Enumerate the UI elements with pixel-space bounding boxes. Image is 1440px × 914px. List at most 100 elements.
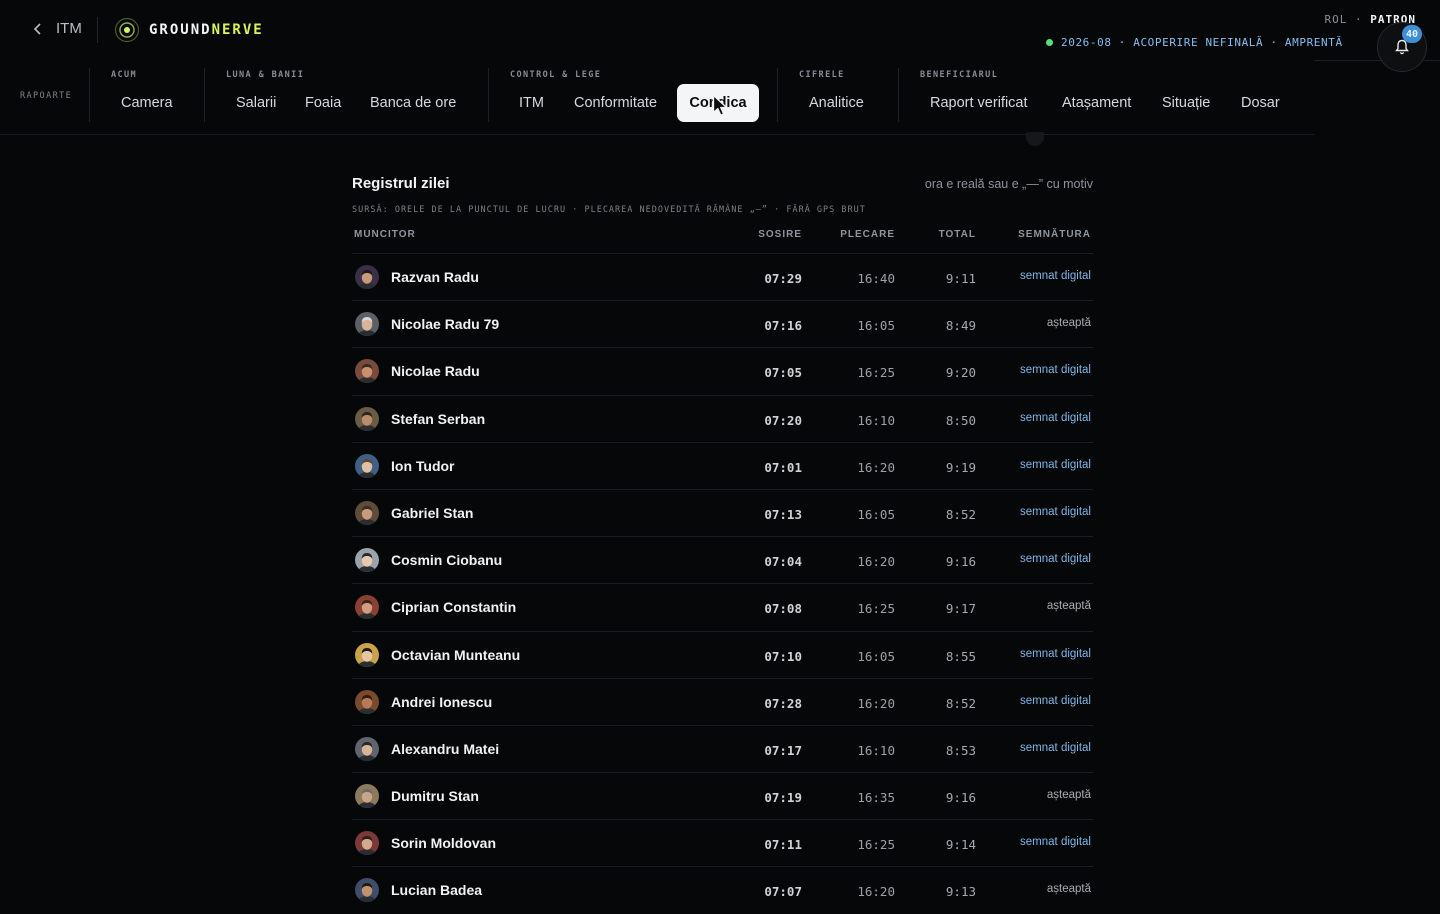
- nav-item-itm[interactable]: ITM: [519, 95, 544, 111]
- arrival-time: 07:17: [764, 742, 802, 758]
- departure-time: 16:10: [857, 412, 895, 428]
- signature-status[interactable]: semnat digital: [1020, 742, 1091, 754]
- table-row[interactable]: Razvan Radu 07:29 16:40 9:11 semnat digital: [352, 253, 1093, 300]
- avatar-photo: [355, 689, 379, 714]
- arrival-time: 07:28: [764, 695, 802, 711]
- signature-status[interactable]: semnat digital: [1020, 695, 1091, 707]
- arrival-time: 07:29: [764, 271, 802, 286]
- table-row[interactable]: Cosmin Ciobanu 07:04 16:20 9:16 semnat digit…: [352, 536, 1093, 583]
- signature-status[interactable]: semnat digital: [1020, 412, 1091, 424]
- worker-name: Sorin Moldovan: [391, 835, 496, 852]
- avatar: [355, 831, 379, 856]
- avatar: [355, 689, 379, 714]
- signature-status[interactable]: semnat digital: [1020, 270, 1091, 282]
- avatar: [355, 453, 379, 478]
- table-row[interactable]: Ciprian Constantin 07:08 16:25 9:17 așteaptă: [352, 583, 1093, 630]
- divider: [488, 68, 489, 122]
- total-hours: 8:49: [945, 318, 976, 334]
- scroll-indicator: [1026, 132, 1044, 146]
- nav-item-atasament[interactable]: Atașament: [1062, 95, 1131, 111]
- table-row[interactable]: Alexandru Matei 07:17 16:10 8:53 semnat digi…: [352, 724, 1093, 772]
- signature-status[interactable]: semnat digital: [1020, 648, 1091, 660]
- brand[interactable]: GROUNDNERVE: [114, 17, 264, 43]
- avatar-photo: [355, 500, 379, 525]
- table-row[interactable]: Sorin Moldovan 07:11 16:25 9:14 semnat digit…: [352, 819, 1093, 866]
- worker-name: Cosmin Ciobanu: [391, 552, 503, 569]
- divider: [204, 68, 205, 122]
- total-hours: 9:16: [945, 790, 976, 806]
- worker-name: Ciprian Constantin: [391, 599, 517, 616]
- nav-item-raport-verificat[interactable]: Raport verificat: [930, 95, 1028, 111]
- group-title-month-money: LUNA & BANII: [226, 70, 305, 80]
- total-hours: 9:19: [945, 459, 976, 475]
- total-hours: 9:13: [945, 884, 976, 900]
- total-hours: 9:17: [945, 601, 976, 617]
- avatar: [355, 548, 379, 573]
- nav-section-label: RAPOARTE: [20, 91, 73, 101]
- panel-note: ora e reală sau e „—” cu motiv: [924, 177, 1093, 191]
- arrival-time: 07:08: [764, 601, 802, 617]
- col-signature: SEMNĂTURA: [1018, 229, 1091, 240]
- table-row[interactable]: Lucian Badea 07:07 16:20 9:13 așteaptă: [352, 866, 1093, 913]
- worker-name: Lucian Badea: [391, 882, 483, 899]
- avatar-photo: [355, 831, 379, 856]
- table-row[interactable]: Dumitru Stan 07:19 16:35 9:16 așteaptă: [352, 772, 1093, 819]
- departure-time: 16:20: [857, 554, 895, 570]
- avatar-photo: [355, 878, 379, 903]
- arrival-time: 07:10: [764, 648, 802, 664]
- nav-item-foaia[interactable]: Foaia: [305, 95, 341, 111]
- nav-item-situatie[interactable]: Situație: [1162, 95, 1210, 111]
- table-row[interactable]: Octavian Munteanu 07:10 16:05 8:55 semnat di…: [352, 630, 1093, 678]
- nav-item-conformitate[interactable]: Conformitate: [574, 95, 657, 111]
- col-arrival: SOSIRE: [758, 229, 802, 240]
- worker-name: Ion Tudor: [391, 457, 455, 474]
- avatar: [355, 642, 379, 667]
- worker-name: Razvan Radu: [391, 269, 479, 285]
- departure-time: 16:25: [857, 837, 895, 853]
- divider: [777, 68, 778, 122]
- worker-name: Stefan Serban: [391, 410, 486, 427]
- col-worker: MUNCITOR: [354, 229, 416, 240]
- table-row[interactable]: Ion Tudor 07:01 16:20 9:19 semnat digital: [352, 441, 1093, 489]
- group-title-now: ACUM: [111, 70, 138, 80]
- avatar-photo: [355, 784, 379, 809]
- table-row[interactable]: Gabriel Stan 07:13 16:05 8:52 semnat digital: [352, 488, 1093, 536]
- table-row[interactable]: Nicolae Radu 79 07:16 16:05 8:49 așteaptă: [352, 300, 1093, 347]
- signature-status[interactable]: semnat digital: [1020, 459, 1091, 471]
- total-hours: 8:52: [945, 695, 976, 711]
- divider: [97, 17, 98, 43]
- avatar: [355, 359, 379, 384]
- signature-status[interactable]: semnat digital: [1020, 506, 1091, 518]
- arrival-time: 07:16: [764, 318, 802, 334]
- col-total: TOTAL: [938, 229, 976, 240]
- worker-name: Gabriel Stan: [391, 504, 474, 521]
- nav-item-camera[interactable]: Camera: [121, 95, 173, 111]
- total-hours: 8:53: [945, 742, 976, 758]
- signature-status[interactable]: semnat digital: [1020, 836, 1091, 848]
- notification-badge: 40: [1402, 25, 1422, 43]
- back-label: ITM: [56, 20, 82, 37]
- avatar: [355, 878, 379, 903]
- avatar: [355, 736, 379, 761]
- table-row[interactable]: Andrei Ionescu 07:28 16:20 8:52 semnat digit…: [352, 677, 1093, 725]
- worker-name: Andrei Ionescu: [391, 693, 493, 710]
- nav-item-salarii[interactable]: Salarii: [236, 95, 276, 111]
- worker-name: Dumitru Stan: [391, 788, 479, 805]
- col-departure: PLECARE: [840, 229, 895, 240]
- top-bar: ITM GROUNDNERVE: [0, 0, 1314, 60]
- signature-status: așteaptă: [1046, 883, 1091, 896]
- signature-status[interactable]: semnat digital: [1020, 364, 1091, 376]
- nav-item-dosar[interactable]: Dosar: [1241, 95, 1280, 111]
- total-hours: 9:16: [945, 554, 976, 570]
- back-button[interactable]: ITM: [32, 20, 82, 37]
- nav-item-banca-de-ore[interactable]: Banca de ore: [370, 95, 456, 111]
- table-row[interactable]: Stefan Serban 07:20 16:10 8:50 semnat digita…: [352, 394, 1093, 442]
- group-title-control-law: CONTROL & LEGE: [510, 70, 602, 80]
- table-row[interactable]: Nicolae Radu 07:05 16:25 9:20 semnat digital: [352, 347, 1093, 394]
- total-hours: 9:20: [945, 365, 976, 381]
- reports-nav: RAPOARTE ACUM Camera LUNA & BANII Salari…: [0, 60, 1314, 135]
- brand-name: GROUNDNERVE: [149, 22, 264, 38]
- mouse-pointer-icon: [712, 94, 728, 116]
- nav-item-analitice[interactable]: Analitice: [809, 95, 864, 111]
- signature-status[interactable]: semnat digital: [1020, 553, 1091, 565]
